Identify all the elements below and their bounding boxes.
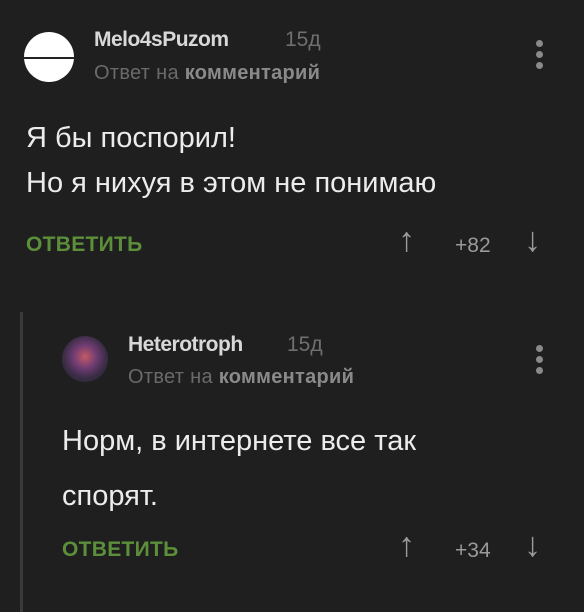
comment-time: 15д <box>287 333 323 356</box>
reply-prefix: Ответ на <box>128 366 213 388</box>
avatar[interactable] <box>24 32 74 82</box>
thread-line <box>20 312 23 612</box>
more-options-icon[interactable] <box>536 345 544 378</box>
comment-line: спорят. <box>62 479 158 512</box>
comment-line: Я бы поспорил! <box>26 122 236 154</box>
rating-count: +34 <box>455 539 491 562</box>
reply-prefix: Ответ на <box>94 62 179 84</box>
upvote-icon[interactable]: ↑ <box>398 526 415 565</box>
comment-line: Но я нихуя в этом не понимаю <box>26 166 437 199</box>
rating-count: +82 <box>455 234 491 257</box>
upvote-icon[interactable]: ↑ <box>398 221 415 260</box>
reply-target-link[interactable]: комментарий <box>219 366 355 388</box>
reply-to-line[interactable]: Ответ на комментарий <box>128 366 354 389</box>
downvote-icon[interactable]: ↓ <box>524 221 541 260</box>
avatar[interactable] <box>62 336 108 382</box>
reply-target-link[interactable]: комментарий <box>185 62 321 84</box>
comment-line: Норм, в интернете все так <box>62 425 417 457</box>
comment-author[interactable]: Melo4sPuzom <box>94 28 229 52</box>
comment-time: 15д <box>285 28 321 51</box>
more-options-icon[interactable] <box>536 40 544 73</box>
reply-button[interactable]: ОТВЕТИТЬ <box>62 538 179 562</box>
comment-author[interactable]: Heterotroph <box>128 333 243 357</box>
comment-body: Я бы поспорил! Но я нихуя в этом не пони… <box>26 116 436 206</box>
downvote-icon[interactable]: ↓ <box>524 526 541 565</box>
comment-body: Норм, в интернете все так спорят. <box>62 419 416 519</box>
reply-to-line[interactable]: Ответ на комментарий <box>94 62 320 85</box>
reply-button[interactable]: ОТВЕТИТЬ <box>26 233 143 257</box>
